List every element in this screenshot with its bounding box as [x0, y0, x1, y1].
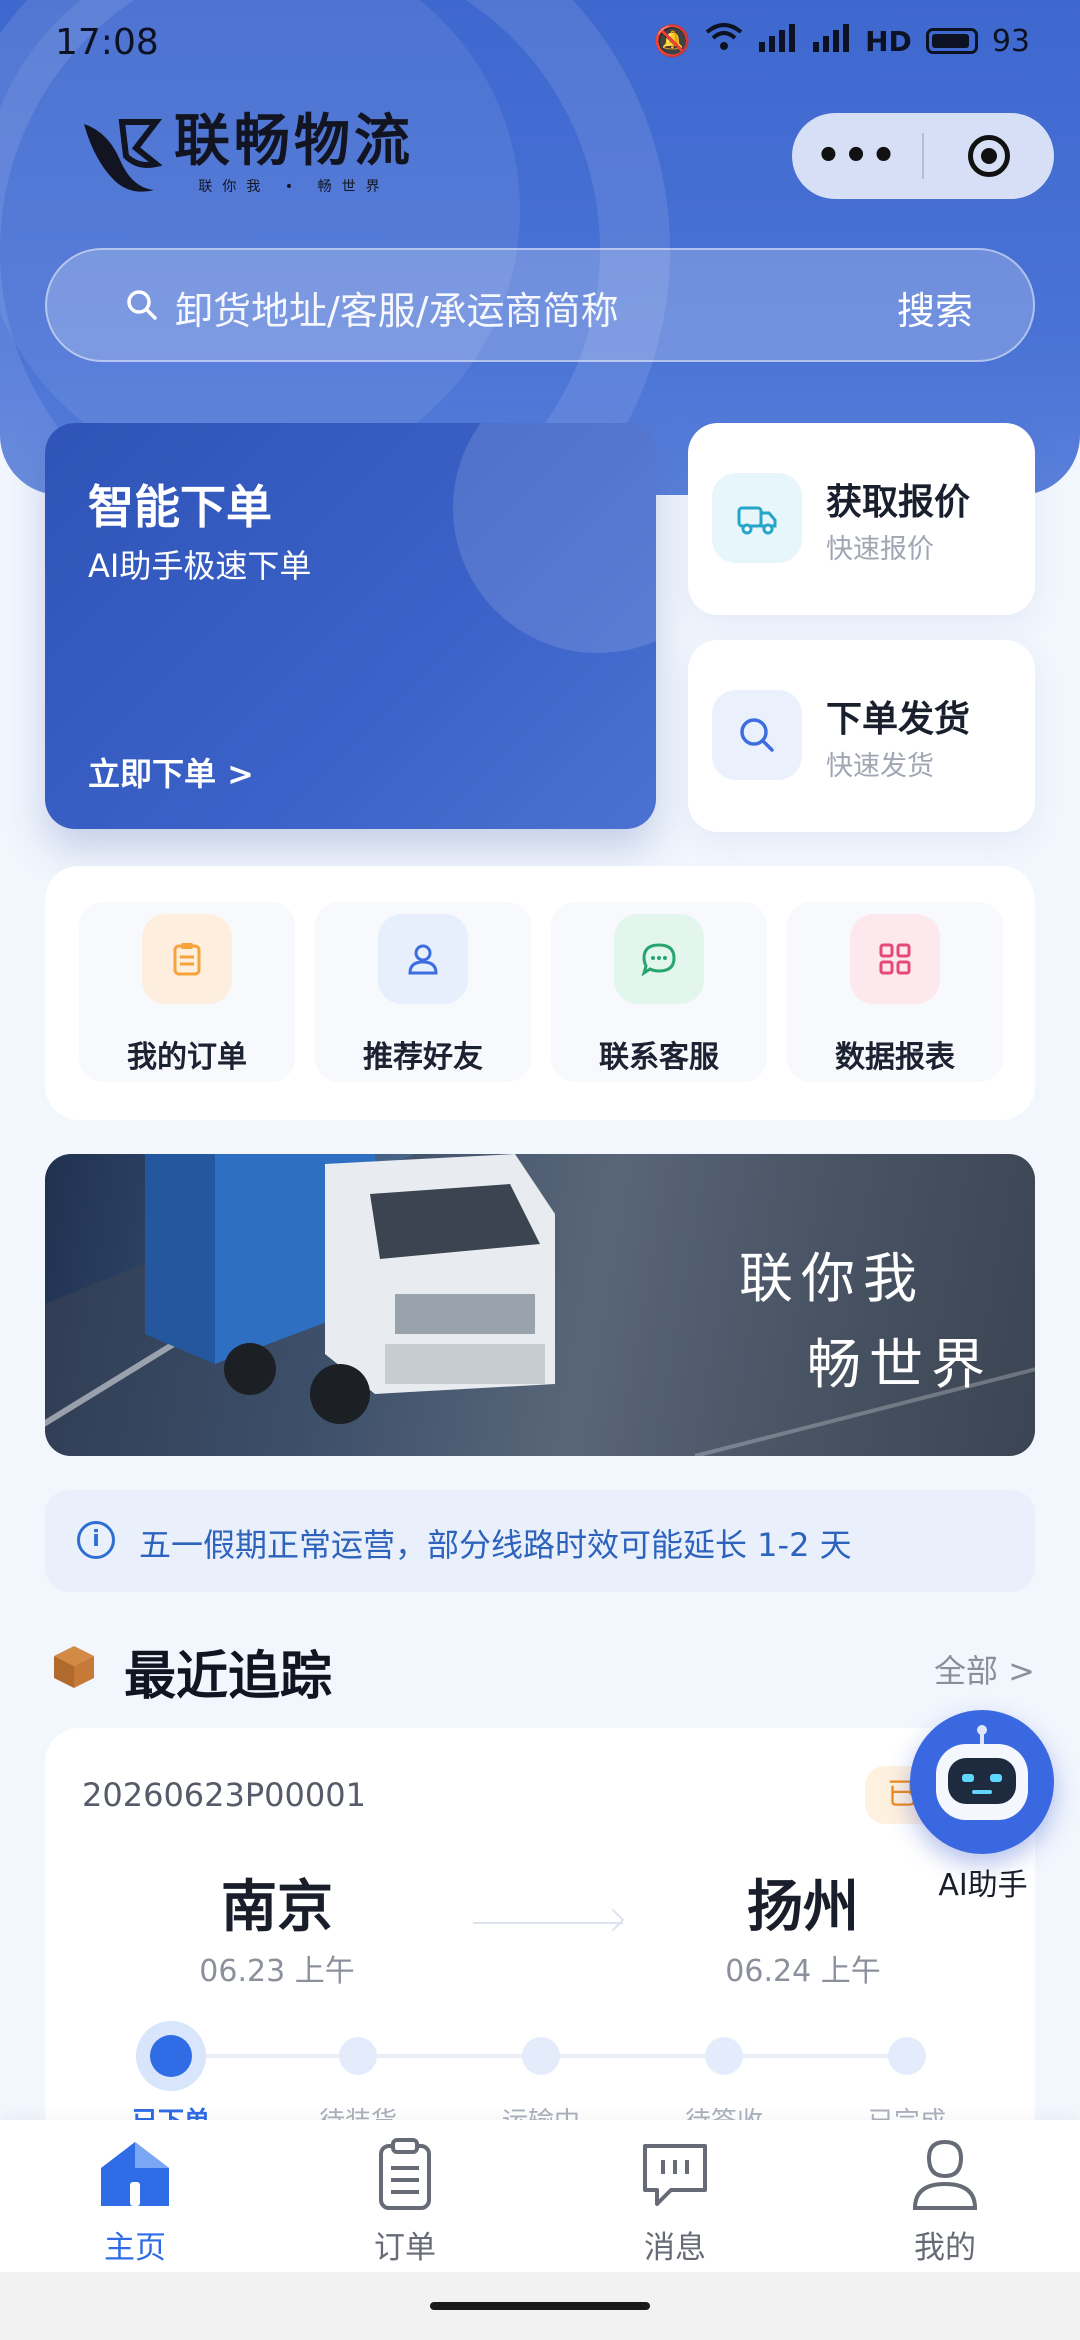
signal-icon-2: [811, 22, 851, 60]
get-quote-subtitle: 快速报价: [826, 534, 934, 565]
search-button[interactable]: 搜索: [897, 280, 973, 335]
truck-icon: [712, 473, 802, 563]
menu-item-refer-friend[interactable]: 推荐好友: [315, 902, 531, 1082]
route-arrow: [473, 1922, 623, 1924]
place-order-card[interactable]: 下单发货 快速发货: [688, 640, 1035, 832]
step-dot: [705, 2037, 743, 2075]
view-all-link[interactable]: 全部 >: [934, 1646, 1035, 1692]
home-icon: [101, 2142, 169, 2206]
search-bar[interactable]: 卸货地址/客服/承运商简称 搜索: [45, 248, 1035, 362]
menu-item-data-report[interactable]: 数据报表: [787, 902, 1003, 1082]
logo-slogan: 联你我 • 畅世界: [198, 179, 390, 195]
place-order-title: 下单发货: [826, 699, 971, 740]
app-logo: 联畅物流 联你我 • 畅世界: [78, 112, 414, 196]
get-quote-title: 获取报价: [826, 482, 971, 523]
menu-label: 我的订单: [127, 1040, 247, 1075]
tab-orders[interactable]: 订单: [315, 2134, 495, 2266]
tab-messages[interactable]: 消息: [585, 2134, 765, 2266]
tab-label: 主页: [104, 2230, 166, 2266]
search-input[interactable]: 卸货地址/客服/承运商简称: [175, 280, 619, 335]
menu-label: 联系客服: [599, 1040, 719, 1075]
get-quote-card[interactable]: 获取报价 快速报价: [688, 423, 1035, 615]
search-icon: [712, 690, 802, 780]
destination-time: 06.24 上午: [725, 1954, 881, 1989]
message-icon: [643, 2144, 707, 2206]
status-icons: 🔕 HD 93: [654, 22, 1030, 60]
user-icon: [912, 2139, 978, 2210]
tab-label: 订单: [374, 2230, 436, 2266]
signal-icon: [757, 22, 797, 60]
place-order-subtitle: 快速发货: [826, 751, 934, 782]
grid-icon: [850, 914, 940, 1004]
tab-label: 消息: [644, 2230, 706, 2266]
system-nav-bar: [0, 2272, 1080, 2340]
menu-label: 数据报表: [835, 1040, 955, 1075]
target-icon: [968, 135, 1010, 177]
banner-slogan-2: 畅世界: [807, 1333, 993, 1396]
notice-text: 五一假期正常运营，部分线路时效可能延长 1-2 天: [139, 1526, 852, 1564]
tab-profile[interactable]: 我的: [855, 2134, 1035, 2266]
decorative-circle: [453, 423, 656, 653]
smart-order-card[interactable]: 智能下单 AI助手极速下单 立即下单 >: [45, 423, 656, 829]
notice-bar[interactable]: i 五一假期正常运营，部分线路时效可能延长 1-2 天: [45, 1490, 1035, 1592]
origin-time: 06.23 上午: [199, 1954, 355, 1989]
logo-mark-icon: [84, 119, 162, 192]
battery-level: 93: [991, 23, 1030, 59]
status-bar: 17:08 🔕 HD 93: [0, 0, 1080, 92]
wifi-icon: [705, 22, 743, 60]
robot-icon: [936, 1725, 1028, 1820]
home-indicator[interactable]: [430, 2302, 650, 2310]
ai-assistant-label: AI助手: [938, 1868, 1028, 1903]
quick-menu: 我的订单 推荐好友 联系客服 数据报表: [45, 866, 1035, 1120]
order-now-link[interactable]: 立即下单 >: [88, 749, 254, 795]
destination-city: 扬州: [747, 1875, 859, 1940]
menu-label: 推荐好友: [363, 1040, 483, 1075]
more-button[interactable]: •••: [792, 133, 922, 179]
smart-order-title: 智能下单: [88, 480, 272, 534]
chat-icon: [614, 914, 704, 1004]
ai-assistant-button[interactable]: [910, 1710, 1054, 1854]
logo-title: 联畅物流: [174, 109, 414, 174]
order-number: 20260623P00001: [82, 1776, 366, 1814]
user-icon: [378, 914, 468, 1004]
info-icon: i: [77, 1521, 115, 1559]
menu-item-contact-service[interactable]: 联系客服: [551, 902, 767, 1082]
menu-item-my-orders[interactable]: 我的订单: [79, 902, 295, 1082]
package-icon: [54, 1646, 94, 1688]
hd-label: HD: [865, 24, 912, 58]
arrow-right-icon: [601, 1908, 625, 1932]
tab-home[interactable]: 主页: [45, 2134, 225, 2266]
step-dot-active: [136, 2021, 206, 2091]
mute-icon: 🔕: [653, 23, 692, 59]
clipboard-icon: [379, 2138, 431, 2210]
promo-banner[interactable]: 联你我 畅世界: [45, 1154, 1035, 1456]
battery-icon: [925, 28, 978, 54]
smart-order-subtitle: AI助手极速下单: [88, 547, 312, 585]
status-time: 17:08: [55, 22, 159, 63]
tracking-card[interactable]: 20260623P00001 已 南京 06.23 上午 扬州 06.24 上午…: [45, 1728, 1035, 2148]
close-miniprogram-button[interactable]: [924, 135, 1054, 177]
section-title: 最近追踪: [124, 1647, 333, 1707]
tab-label: 我的: [914, 2230, 976, 2266]
step-dot: [522, 2037, 560, 2075]
miniprogram-capsule: •••: [792, 113, 1054, 199]
search-icon: [127, 290, 157, 320]
step-dot: [888, 2037, 926, 2075]
bottom-tab-bar: 主页 订单 消息 我的: [0, 2120, 1080, 2272]
clipboard-icon: [142, 914, 232, 1004]
banner-slogan-1: 联你我: [739, 1247, 925, 1310]
step-dot: [339, 2037, 377, 2075]
origin-city: 南京: [221, 1875, 333, 1940]
